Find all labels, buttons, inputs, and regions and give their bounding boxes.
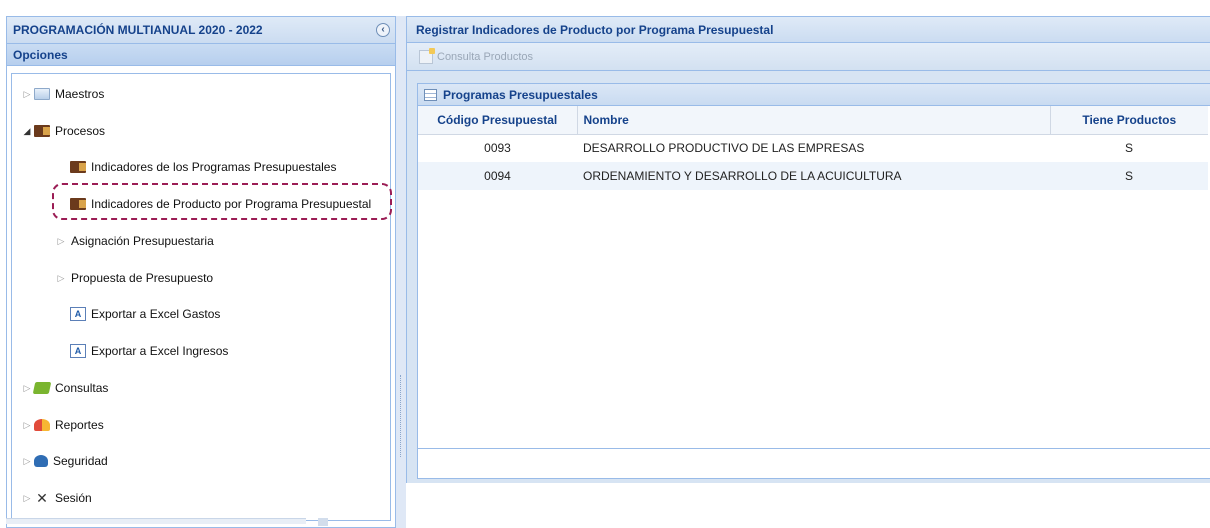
cell-tiene-productos: S [1050,162,1208,190]
app-title-bar: PROGRAMACIÓN MULTIANUAL 2020 - 2022 ‹ [7,17,395,44]
tree-item-label: Indicadores de los Programas Presupuesta… [91,160,337,174]
excel-icon: A [70,344,86,358]
toolbar: Consulta Productos [407,43,1210,71]
page-title: Registrar Indicadores de Producto por Pr… [416,22,774,37]
expand-arrow-icon[interactable]: ▷ [20,383,34,394]
main-content: Consulta Productos Programas Presupuesta… [406,43,1210,483]
tree-item-reportes[interactable]: ▷ Reportes [20,415,104,435]
tree-item-exportar-gastos[interactable]: A Exportar a Excel Gastos [70,304,220,324]
tree-item-sesion[interactable]: ▷ ✕ Sesión [20,488,92,508]
tree-item-maestros[interactable]: ▷ Maestros [20,84,105,104]
grid-icon [424,88,437,101]
cell-codigo: 0093 [484,141,511,156]
consulta-icon [419,47,435,64]
cell-nombre: ORDENAMIENTO Y DESARROLLO DE LA ACUICULT… [577,162,1050,190]
expand-arrow-icon[interactable]: ▷ [20,456,34,467]
cell-codigo: 0094 [418,162,577,190]
money-icon [32,382,52,394]
consulta-productos-button[interactable]: Consulta Productos [419,47,533,64]
tree-item-label: Maestros [55,87,105,101]
options-panel: PROGRAMACIÓN MULTIANUAL 2020 - 2022 ‹ Op… [6,16,396,528]
splitter-grip[interactable] [400,375,402,457]
book-icon [34,125,50,137]
excel-icon: A [70,307,86,321]
tree-item-procesos[interactable]: ◢ Procesos [20,121,106,141]
collapse-arrow-icon[interactable]: ◢ [20,126,34,137]
users-icon [34,455,48,467]
grid-bottom-border [418,448,1210,449]
expand-arrow-icon[interactable]: ▷ [20,89,34,100]
book-icon [70,198,86,210]
tree-item-asignacion[interactable]: ▷ Asignación Presupuestaria [54,231,214,251]
tree-item-label: Asignación Presupuestaria [71,234,214,248]
app-title: PROGRAMACIÓN MULTIANUAL 2020 - 2022 [13,23,263,37]
horizontal-scrollbar[interactable] [6,518,306,524]
tree-item-seguridad[interactable]: ▷ Seguridad [20,451,108,471]
expand-arrow-icon[interactable]: ▷ [20,493,34,504]
expand-arrow-icon[interactable]: ▷ [54,273,68,284]
column-header-nombre[interactable]: Nombre [577,106,1051,135]
main-panel: Registrar Indicadores de Producto por Pr… [406,16,1210,528]
options-header: Opciones [7,44,395,66]
table-row[interactable]: 0094 ORDENAMIENTO Y DESARROLLO DE LA ACU… [418,162,1208,190]
chart-icon [34,419,50,431]
grid-title: Programas Presupuestales [443,87,598,102]
tree-item-indicadores-programas[interactable]: Indicadores de los Programas Presupuesta… [70,157,336,177]
table-header-row: Código Presupuestal Nombre Tiene Product… [418,106,1208,135]
tree-item-label: Seguridad [53,454,108,468]
options-tree: ▷ Maestros ◢ Procesos Indicadores de los… [11,73,391,521]
tree-item-consultas[interactable]: ▷ Consultas [20,378,109,398]
chevron-left-icon[interactable]: ‹ [376,23,390,37]
expand-arrow-icon[interactable]: ▷ [54,236,68,247]
tree-item-label: Sesión [55,491,92,505]
expand-arrow-icon[interactable]: ▷ [20,420,34,431]
tree-item-propuesta[interactable]: ▷ Propuesta de Presupuesto [54,268,214,288]
book-icon [70,161,86,173]
tree-item-label: Exportar a Excel Gastos [91,307,221,321]
tree-item-label: Indicadores de Producto por Programa Pre… [91,197,372,211]
options-label: Opciones [13,47,68,62]
tree-item-exportar-ingresos[interactable]: A Exportar a Excel Ingresos [70,341,228,361]
tree-item-indicadores-producto[interactable]: Indicadores de Producto por Programa Pre… [70,194,371,214]
tools-icon: ✕ [36,490,48,506]
main-title-bar: Registrar Indicadores de Producto por Pr… [406,16,1210,43]
folder-icon [34,88,50,100]
tree-item-label: Procesos [55,124,106,138]
column-header-codigo[interactable]: Código Presupuestal [418,106,578,135]
tree-item-label: Consultas [55,381,109,395]
programas-grid: Programas Presupuestales Código Presupue… [417,83,1210,479]
scrollbar-thumb[interactable] [318,518,328,526]
tree-item-label: Propuesta de Presupuesto [71,271,214,285]
grid-title-bar: Programas Presupuestales [418,84,1210,106]
table-row[interactable]: 0093 DESARROLLO PRODUCTIVO DE LAS EMPRES… [418,134,1208,162]
column-header-tiene-productos[interactable]: Tiene Productos [1050,106,1208,135]
cell-tiene-productos: S [1124,141,1133,156]
consulta-productos-label: Consulta Productos [437,50,533,63]
tree-item-label: Reportes [55,418,104,432]
cell-nombre: DESARROLLO PRODUCTIVO DE LAS EMPRESAS [583,141,865,156]
tree-item-label: Exportar a Excel Ingresos [91,344,229,358]
programas-table: Código Presupuestal Nombre Tiene Product… [418,106,1208,190]
